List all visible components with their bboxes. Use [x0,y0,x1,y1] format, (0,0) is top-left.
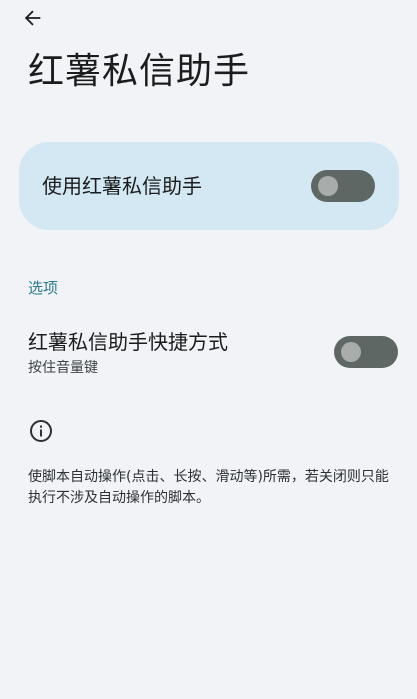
shortcut-title: 红薯私信助手快捷方式 [28,330,228,354]
arrow-left-icon [24,10,41,26]
footer-description: 使脚本自动操作(点击、长按、滑动等)所需，若关闭则只能执行不涉及自动操作的脚本。 [28,469,389,506]
shortcut-setting-row[interactable]: 红薯私信助手快捷方式 按住音量键 [0,322,417,386]
shortcut-toggle[interactable] [334,336,398,368]
page-title: 红薯私信助手 [28,51,251,92]
main-switch-thumb [318,176,338,196]
shortcut-summary: 按住音量键 [28,360,98,376]
options-section-header: 选项 [28,279,59,297]
main-switch-card[interactable]: 使用红薯私信助手 [19,142,399,230]
shortcut-toggle-thumb [341,342,361,362]
back-button[interactable] [16,4,50,32]
main-switch-label: 使用红薯私信助手 [42,174,202,198]
main-switch-toggle[interactable] [311,170,375,202]
info-icon [30,420,52,442]
